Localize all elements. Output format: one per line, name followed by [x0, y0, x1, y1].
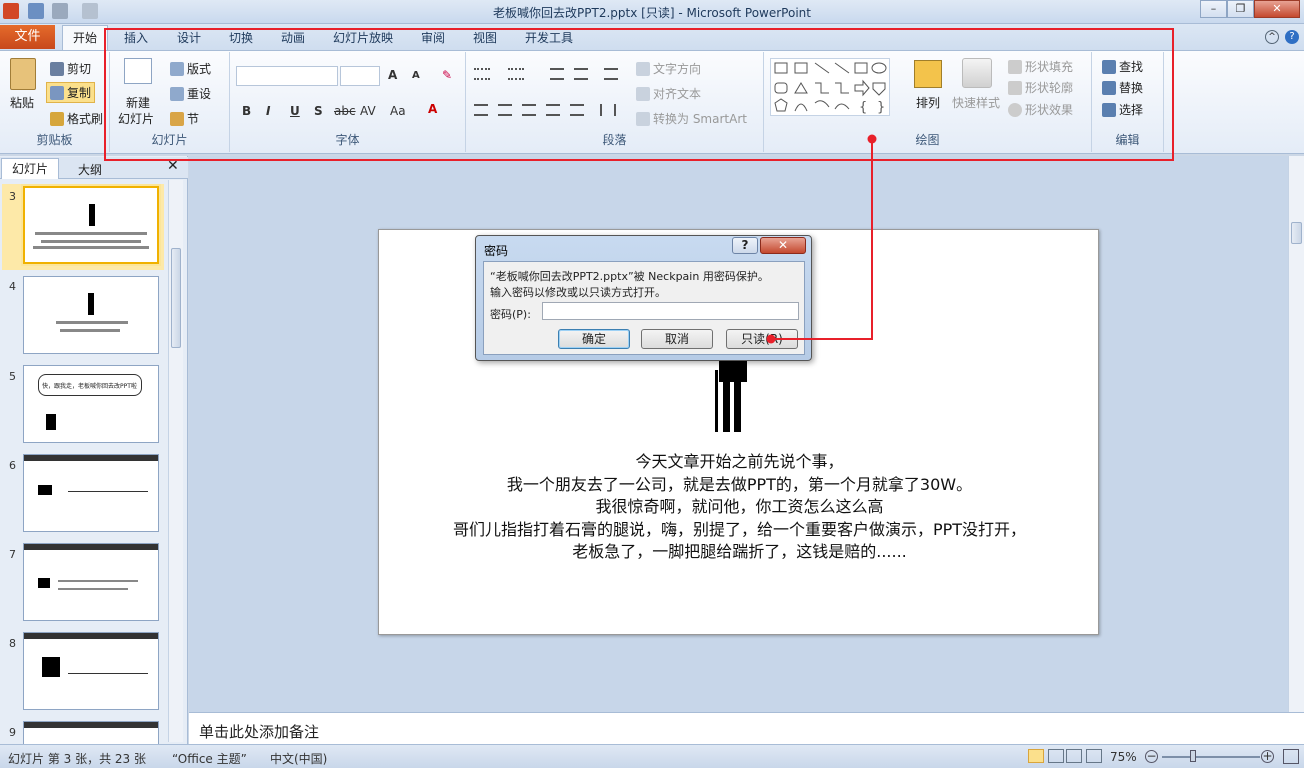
figure-icon: [38, 485, 52, 495]
dialog-instruction: 输入密码以修改或以只读方式打开。: [490, 286, 666, 299]
dialog-title: 密码: [484, 244, 509, 258]
password-dialog: 密码 ? ✕ “老板喊你回去改PPT2.pptx”被 Neckpain 用密码保…: [475, 235, 812, 361]
slide-number: 6: [9, 459, 16, 472]
zoom-level[interactable]: 75%: [1110, 750, 1137, 764]
zoom-slider[interactable]: [1162, 756, 1260, 758]
text-lines: [60, 329, 120, 332]
help-icon[interactable]: ?: [1285, 30, 1299, 44]
editor-scrollbar[interactable]: [1288, 156, 1304, 712]
tab-file[interactable]: 文件: [0, 25, 55, 49]
cancel-button[interactable]: 取消: [641, 329, 713, 349]
clipboard-group-label: 剪贴板: [36, 133, 73, 147]
status-bar: 幻灯片 第 3 张，共 23 张 “Office 主题” 中文(中国) 75% …: [0, 744, 1304, 768]
thumb-header: [24, 633, 158, 639]
cut-label: 剪切: [67, 62, 92, 76]
format-painter-button[interactable]: 格式刷: [50, 110, 103, 127]
paste-icon[interactable]: [10, 58, 36, 90]
tab-home[interactable]: 开始: [62, 25, 108, 51]
language[interactable]: 中文(中国): [270, 750, 327, 767]
slide-text-line: 哥们儿指指打着石膏的腿说，嗨，别提了，给一个重要客户做演示，PPT没打开，: [452, 519, 1027, 539]
text-lines: [33, 246, 149, 249]
minimize-button[interactable]: –: [1200, 0, 1227, 18]
theme-name: “Office 主题”: [172, 752, 247, 766]
slide-number: 5: [9, 370, 16, 383]
slide-thumb[interactable]: [23, 454, 159, 532]
help-icon[interactable]: ?: [732, 237, 758, 254]
slide-number: 9: [9, 726, 16, 739]
thumb-header: [24, 544, 158, 550]
text-lines: [56, 321, 128, 324]
fit-window-icon[interactable]: [1283, 749, 1299, 764]
dialog-message: “老板喊你回去改PPT2.pptx”被 Neckpain 用密码保护。: [490, 270, 769, 283]
normal-view-icon[interactable]: [1028, 749, 1044, 763]
copy-label: 复制: [67, 86, 92, 100]
wheelchair-icon: [46, 414, 56, 430]
brush-icon: [50, 111, 64, 126]
ribbon-highlight-box: [104, 28, 1174, 161]
figure-icon: [42, 657, 60, 677]
slide-thumb[interactable]: [23, 632, 159, 710]
dialog-body: “老板喊你回去改PPT2.pptx”被 Neckpain 用密码保护。 输入密码…: [483, 261, 805, 355]
zoom-in-icon[interactable]: +: [1261, 750, 1274, 763]
paste-button[interactable]: 粘贴: [10, 94, 34, 111]
slide-text-line: 我一个朋友去了一公司，就是去做PPT的，第一个月就拿了30W。: [506, 474, 973, 494]
slide-number: 4: [9, 280, 16, 293]
reading-view-icon[interactable]: [1066, 749, 1082, 763]
close-button[interactable]: ✕: [1254, 0, 1300, 18]
old-man-icon: [715, 360, 747, 432]
collapse-ribbon-icon[interactable]: ^: [1265, 30, 1279, 44]
readonly-button[interactable]: 只读(R): [726, 329, 798, 349]
editor-scroll-thumb[interactable]: [1291, 222, 1302, 244]
text-lines: [68, 491, 148, 492]
restore-button[interactable]: ❐: [1227, 0, 1254, 18]
slide-thumb[interactable]: [23, 186, 159, 264]
slide-text-line: 今天文章开始之前先说个事，: [635, 452, 844, 471]
panel-scroll-thumb[interactable]: [171, 248, 181, 348]
text-lines: [41, 240, 141, 243]
format-painter-label: 格式刷: [67, 112, 104, 126]
speech-bubble: 快，跟我走，老板喊你回去改PPT啦: [38, 374, 142, 396]
thumbnail-list: 3 4 5 快，跟我走，老板喊你回去改PPT啦 6 7 8 9: [0, 180, 167, 744]
figure-icon: [88, 293, 94, 315]
slide-text-line: 我很惊奇啊，就问他，你工资怎么这么高: [595, 497, 884, 516]
slide-thumb[interactable]: [23, 543, 159, 621]
text-lines: [58, 580, 138, 582]
notes-pane[interactable]: 单击此处添加备注: [189, 712, 1304, 744]
tab-slides[interactable]: 幻灯片: [1, 158, 59, 179]
tab-outline[interactable]: 大纲: [78, 161, 102, 178]
clipboard-group: 粘贴 剪切 复制 格式刷 剪贴板: [0, 52, 110, 152]
slideshow-icon[interactable]: [1086, 749, 1102, 763]
password-input[interactable]: [542, 302, 799, 320]
thumb-header: [24, 455, 158, 461]
zoom-out-icon[interactable]: −: [1145, 750, 1158, 763]
window-controls: – ❐ ✕: [1200, 0, 1300, 18]
slide-thumb[interactable]: [23, 276, 159, 354]
slide-info: 幻灯片 第 3 张，共 23 张: [8, 752, 146, 766]
slide-number: 8: [9, 637, 16, 650]
figure-icon: [89, 204, 95, 226]
text-lines: [35, 232, 147, 235]
figure-icon: [38, 578, 50, 588]
copy-button[interactable]: 复制: [46, 82, 96, 103]
text-lines: [58, 588, 128, 590]
copy-icon: [50, 85, 64, 100]
slide-number: 7: [9, 548, 16, 561]
scissors-icon: [50, 61, 64, 76]
slide-text[interactable]: 今天文章开始之前先说个事， 我一个朋友去了一公司，就是去做PPT的，第一个月就拿…: [379, 451, 1100, 564]
slide-thumb[interactable]: [23, 721, 159, 744]
window-title: 老板喊你回去改PPT2.pptx [只读] - Microsoft PowerP…: [493, 6, 811, 20]
slide-number: 3: [9, 190, 16, 203]
panel-scrollbar[interactable]: [168, 180, 183, 742]
zoom-slider-thumb[interactable]: [1190, 750, 1196, 762]
text-lines: [68, 673, 148, 674]
cut-button[interactable]: 剪切: [50, 60, 91, 77]
slide-thumb[interactable]: 快，跟我走，老板喊你回去改PPT啦: [23, 365, 159, 443]
password-label: 密码(P):: [490, 308, 531, 321]
slide-sorter-icon[interactable]: [1048, 749, 1064, 763]
ok-button[interactable]: 确定: [558, 329, 630, 349]
slide-text-line: 老板急了，一脚把腿给踹折了，这钱是赔的......: [572, 542, 907, 561]
thumb-header: [24, 722, 158, 728]
dialog-close-icon[interactable]: ✕: [760, 237, 806, 254]
